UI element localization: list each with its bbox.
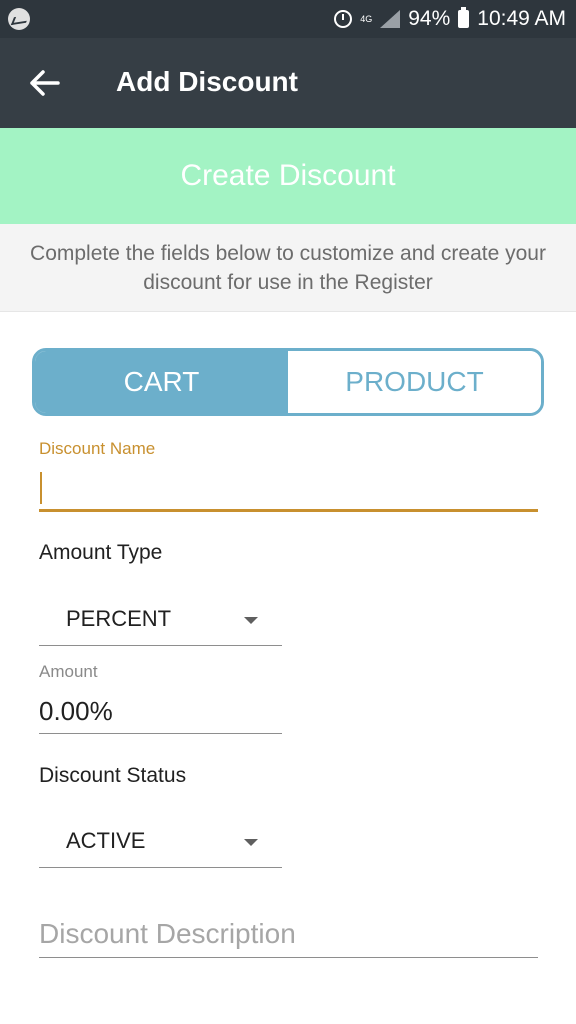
product-toggle-option[interactable]: PRODUCT bbox=[288, 351, 541, 413]
arrow-back-icon[interactable] bbox=[28, 68, 62, 98]
amount-value: 0.00% bbox=[39, 696, 113, 726]
page-title: Add Discount bbox=[116, 66, 298, 97]
amount-label: Amount bbox=[39, 662, 98, 681]
alarm-icon bbox=[334, 10, 353, 28]
app-bar: Add Discount bbox=[0, 38, 576, 128]
status-right-group: 4G 94% 10:49 AM bbox=[334, 0, 566, 38]
amount-type-value: PERCENT bbox=[66, 606, 172, 631]
dropdown-arrow-icon bbox=[244, 617, 258, 624]
discount-name-input[interactable] bbox=[39, 466, 538, 512]
discount-type-toggle: CART PRODUCT bbox=[32, 348, 544, 416]
battery-icon bbox=[458, 7, 470, 28]
discount-status-dropdown[interactable]: ACTIVE bbox=[39, 818, 282, 868]
text-caret bbox=[40, 472, 42, 504]
network-4g-icon: 4G bbox=[360, 13, 373, 24]
discount-description-input[interactable]: Discount Description bbox=[39, 912, 538, 958]
amount-type-label: Amount Type bbox=[39, 541, 163, 564]
instructions-text: Complete the fields below to customize a… bbox=[0, 224, 576, 312]
status-bar: 4G 94% 10:49 AM bbox=[0, 0, 576, 38]
discount-description-placeholder: Discount Description bbox=[39, 918, 296, 949]
cart-toggle-option[interactable]: CART bbox=[35, 351, 288, 413]
amount-type-dropdown[interactable]: PERCENT bbox=[39, 596, 282, 646]
amount-input[interactable]: 0.00% bbox=[39, 692, 282, 734]
create-discount-banner: Create Discount bbox=[0, 128, 576, 224]
battery-percent: 94% bbox=[408, 7, 451, 30]
dropdown-arrow-icon bbox=[244, 839, 258, 846]
discount-status-value: ACTIVE bbox=[66, 828, 146, 853]
discount-status-label: Discount Status bbox=[39, 764, 187, 787]
messenger-icon bbox=[8, 8, 30, 30]
discount-name-label: Discount Name bbox=[39, 439, 156, 458]
signal-icon bbox=[380, 10, 401, 28]
banner-title: Create Discount bbox=[180, 159, 396, 192]
clock: 10:49 AM bbox=[477, 7, 566, 30]
